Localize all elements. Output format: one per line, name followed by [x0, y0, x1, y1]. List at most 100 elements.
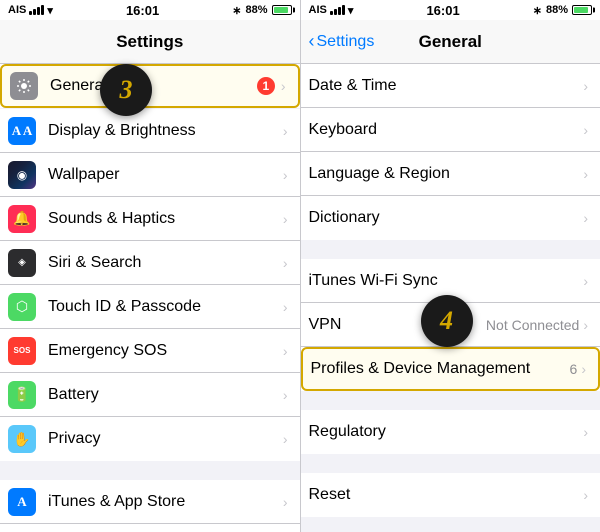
- label-sos: Emergency SOS: [48, 342, 283, 360]
- list-item-privacy[interactable]: ✋ Privacy ›: [0, 417, 300, 461]
- icon-sounds: 🔔: [8, 205, 36, 233]
- section-group-2: A A Display & Brightness › ◉ Wallpaper ›…: [0, 109, 300, 461]
- chevron-profiles: ›: [581, 361, 586, 377]
- label-reset: Reset: [309, 486, 584, 504]
- chevron-general: ›: [281, 78, 286, 94]
- step-4-badge: 4: [421, 295, 473, 347]
- icon-wallpaper: ◉: [8, 161, 36, 189]
- value-vpn: Not Connected: [486, 317, 579, 333]
- list-item-reset[interactable]: Reset ›: [301, 473, 600, 517]
- chevron-language: ›: [583, 166, 588, 182]
- icon-siri: ◈: [8, 249, 36, 277]
- chevron-itunes-sync: ›: [583, 273, 588, 289]
- label-sounds: Sounds & Haptics: [48, 210, 283, 228]
- list-item-wallpaper[interactable]: ◉ Wallpaper ›: [0, 153, 300, 197]
- label-privacy: Privacy: [48, 430, 283, 448]
- chevron-battery: ›: [283, 387, 288, 403]
- label-appstore: iTunes & App Store: [48, 493, 283, 511]
- list-item-sos[interactable]: SOS Emergency SOS ›: [0, 329, 300, 373]
- label-keyboard: Keyboard: [309, 121, 584, 139]
- wifi-right: ▾: [348, 4, 354, 17]
- list-item-language[interactable]: Language & Region ›: [301, 152, 600, 196]
- chevron-vpn: ›: [583, 317, 588, 333]
- nav-title-left: Settings: [116, 32, 183, 52]
- nav-title-right: General: [419, 32, 482, 52]
- chevron-sos: ›: [283, 343, 288, 359]
- chevron-touchid: ›: [283, 299, 288, 315]
- value-profiles: 6: [570, 361, 578, 377]
- list-item-display[interactable]: A A Display & Brightness ›: [0, 109, 300, 153]
- label-touchid: Touch ID & Passcode: [48, 298, 283, 316]
- spacer-right-3: [301, 455, 600, 473]
- back-button[interactable]: ‹ Settings: [309, 31, 375, 52]
- chevron-reset: ›: [583, 487, 588, 503]
- label-general: General: [50, 77, 257, 95]
- section-group-right-3: Regulatory ›: [301, 410, 600, 454]
- list-item-siri[interactable]: ◈ Siri & Search ›: [0, 241, 300, 285]
- list-item-regulatory[interactable]: Regulatory ›: [301, 410, 600, 454]
- icon-touchid: ⬡: [8, 293, 36, 321]
- battery-icon-right: [572, 5, 592, 15]
- carrier-right: AIS: [309, 4, 327, 16]
- chevron-keyboard: ›: [583, 122, 588, 138]
- section-group-3: A iTunes & App Store › @ Accounts & Pass…: [0, 480, 300, 532]
- status-bar-left: AIS ▾ 16:01 ∗ 88%: [0, 0, 300, 20]
- back-chevron-icon: ‹: [309, 31, 315, 52]
- list-item-keyboard[interactable]: Keyboard ›: [301, 108, 600, 152]
- section-group-right-1: Date & Time › Keyboard › Language & Regi…: [301, 64, 600, 240]
- chevron-dictionary: ›: [583, 210, 588, 226]
- label-wallpaper: Wallpaper: [48, 166, 283, 184]
- chevron-regulatory: ›: [583, 424, 588, 440]
- icon-privacy: ✋: [8, 425, 36, 453]
- icon-sos: SOS: [8, 337, 36, 365]
- icon-battery: 🔋: [8, 381, 36, 409]
- battery-percent-left: 88%: [245, 4, 267, 16]
- spacer-right-4: [301, 518, 600, 532]
- icon-appstore: A: [8, 488, 36, 516]
- label-itunes-sync: iTunes Wi-Fi Sync: [309, 272, 584, 290]
- chevron-display: ›: [283, 123, 288, 139]
- label-language: Language & Region: [309, 165, 584, 183]
- spacer-right-1: [301, 241, 600, 259]
- step-3-badge: 3: [100, 64, 152, 116]
- label-regulatory: Regulatory: [309, 423, 584, 441]
- spacer-1: [0, 462, 300, 480]
- wifi-left: ▾: [47, 4, 53, 17]
- list-item-touchid[interactable]: ⬡ Touch ID & Passcode ›: [0, 285, 300, 329]
- section-group-right-4: Reset ›: [301, 473, 600, 517]
- list-item-profiles[interactable]: Profiles & Device Management 6 ›: [301, 347, 600, 391]
- label-siri: Siri & Search: [48, 254, 283, 272]
- nav-bar-left: Settings: [0, 20, 300, 64]
- status-bar-right: AIS ▾ 16:01 ∗ 88%: [301, 0, 600, 20]
- chevron-appstore: ›: [283, 494, 288, 510]
- label-datetime: Date & Time: [309, 77, 584, 95]
- list-item-battery[interactable]: 🔋 Battery ›: [0, 373, 300, 417]
- chevron-datetime: ›: [583, 78, 588, 94]
- label-profiles: Profiles & Device Management: [311, 360, 570, 378]
- spacer-right-2: [301, 392, 600, 410]
- label-battery: Battery: [48, 386, 283, 404]
- bluetooth-right: ∗: [533, 4, 542, 17]
- list-item-dictionary[interactable]: Dictionary ›: [301, 196, 600, 240]
- list-item-accounts[interactable]: @ Accounts & Passwords ›: [0, 524, 300, 532]
- label-dictionary: Dictionary: [309, 209, 584, 227]
- bluetooth-left: ∗: [232, 4, 241, 17]
- back-label: Settings: [317, 33, 375, 51]
- nav-bar-right: ‹ Settings General: [301, 20, 600, 64]
- icon-general: [10, 72, 38, 100]
- icon-display: A A: [8, 117, 36, 145]
- battery-percent-right: 88%: [546, 4, 568, 16]
- chevron-privacy: ›: [283, 431, 288, 447]
- chevron-siri: ›: [283, 255, 288, 271]
- list-item-appstore[interactable]: A iTunes & App Store ›: [0, 480, 300, 524]
- label-display: Display & Brightness: [48, 122, 283, 140]
- chevron-sounds: ›: [283, 211, 288, 227]
- list-item-datetime[interactable]: Date & Time ›: [301, 64, 600, 108]
- carrier-left: AIS: [8, 4, 26, 16]
- time-right: 16:01: [426, 3, 459, 18]
- list-item-sounds[interactable]: 🔔 Sounds & Haptics ›: [0, 197, 300, 241]
- settings-list-left: General 1 › A A Display & Brightness › ◉…: [0, 64, 300, 532]
- chevron-wallpaper: ›: [283, 167, 288, 183]
- signal-right: [330, 5, 345, 15]
- badge-general: 1: [257, 77, 275, 95]
